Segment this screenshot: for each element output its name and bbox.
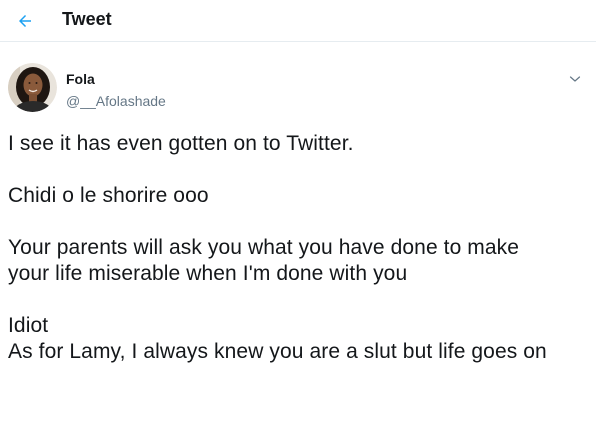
chevron-down-icon — [569, 76, 581, 82]
back-button[interactable] — [8, 4, 42, 38]
tweet-header: Tweet — [0, 0, 596, 42]
tweet-line: Chidi o le shorire ooo — [8, 184, 209, 207]
page-title: Tweet — [62, 9, 112, 29]
avatar[interactable] — [8, 63, 57, 112]
author-handle[interactable]: @__Afolashade — [66, 93, 166, 109]
author-name[interactable]: Fola — [66, 71, 95, 87]
arrow-left-icon — [19, 15, 31, 27]
tweet-line: Your parents will ask you what you have … — [8, 236, 520, 259]
tweet-line: your life miserable when I'm done with y… — [8, 262, 408, 285]
tweet-line: Idiot — [8, 314, 49, 337]
tweet-line: As for Lamy, I always knew you are a slu… — [8, 340, 547, 363]
tweet-text: I see it has even gotten on to Twitter. … — [8, 131, 592, 365]
tweet-menu-button[interactable] — [564, 68, 586, 90]
tweet-line: I see it has even gotten on to Twitter. — [8, 132, 354, 155]
